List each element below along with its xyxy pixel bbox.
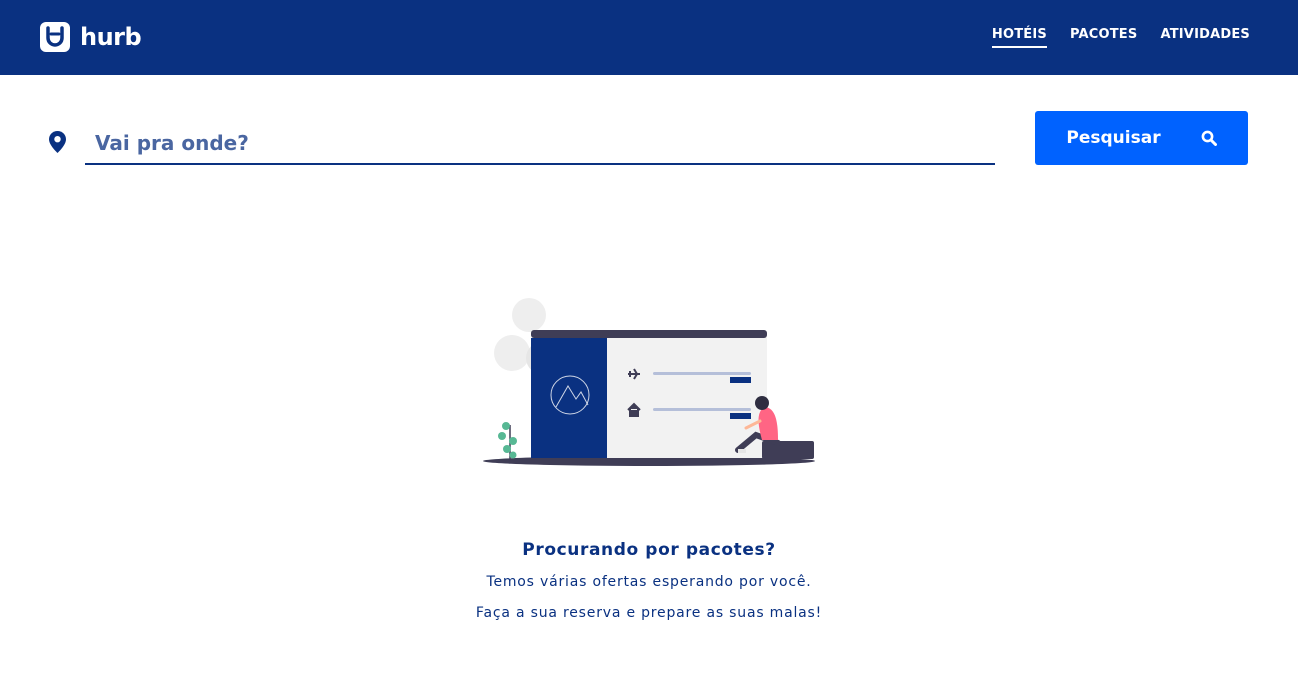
search-icon	[1201, 130, 1217, 146]
empty-state-title: Procurando por pacotes?	[522, 540, 776, 560]
search-button-label: Pesquisar	[1066, 128, 1161, 148]
nav-item-atividades[interactable]: ATIVIDADES	[1160, 27, 1250, 48]
empty-state-message: Temos várias ofertas esperando por você.	[486, 574, 812, 590]
decorative-circle	[494, 335, 530, 371]
flight-tag	[730, 377, 751, 383]
hurb-logo-icon	[40, 22, 70, 52]
search-button[interactable]: Pesquisar	[1035, 111, 1248, 165]
suitcase	[762, 441, 814, 459]
empty-state-message: Faça a sua reserva e prepare as suas mal…	[475, 605, 823, 621]
ticket-stub	[531, 338, 607, 458]
hotel-tag	[730, 413, 751, 419]
person-shoe	[738, 449, 746, 453]
person-head	[755, 396, 769, 410]
brand-logo[interactable]: hurb	[40, 21, 142, 53]
ticket-top-bar	[531, 330, 767, 338]
brand-name: hurb	[80, 23, 142, 51]
destination-search-input[interactable]	[85, 123, 995, 165]
nav-item-pacotes[interactable]: PACOTES	[1070, 27, 1138, 48]
nav-item-hoteis[interactable]: HOTÉIS	[991, 27, 1047, 48]
decorative-circle	[512, 298, 546, 332]
main-nav: HOTÉIS PACOTES ATIVIDADES	[991, 27, 1250, 48]
search-bar: Pesquisar	[0, 110, 1298, 170]
hotel-line	[653, 408, 751, 411]
flight-line	[653, 372, 751, 375]
travel-booking-illustration	[483, 298, 815, 466]
top-navbar: hurb HOTÉIS PACOTES ATIVIDADES	[0, 0, 1298, 75]
person-body	[758, 407, 778, 440]
map-pin-icon	[49, 131, 66, 153]
